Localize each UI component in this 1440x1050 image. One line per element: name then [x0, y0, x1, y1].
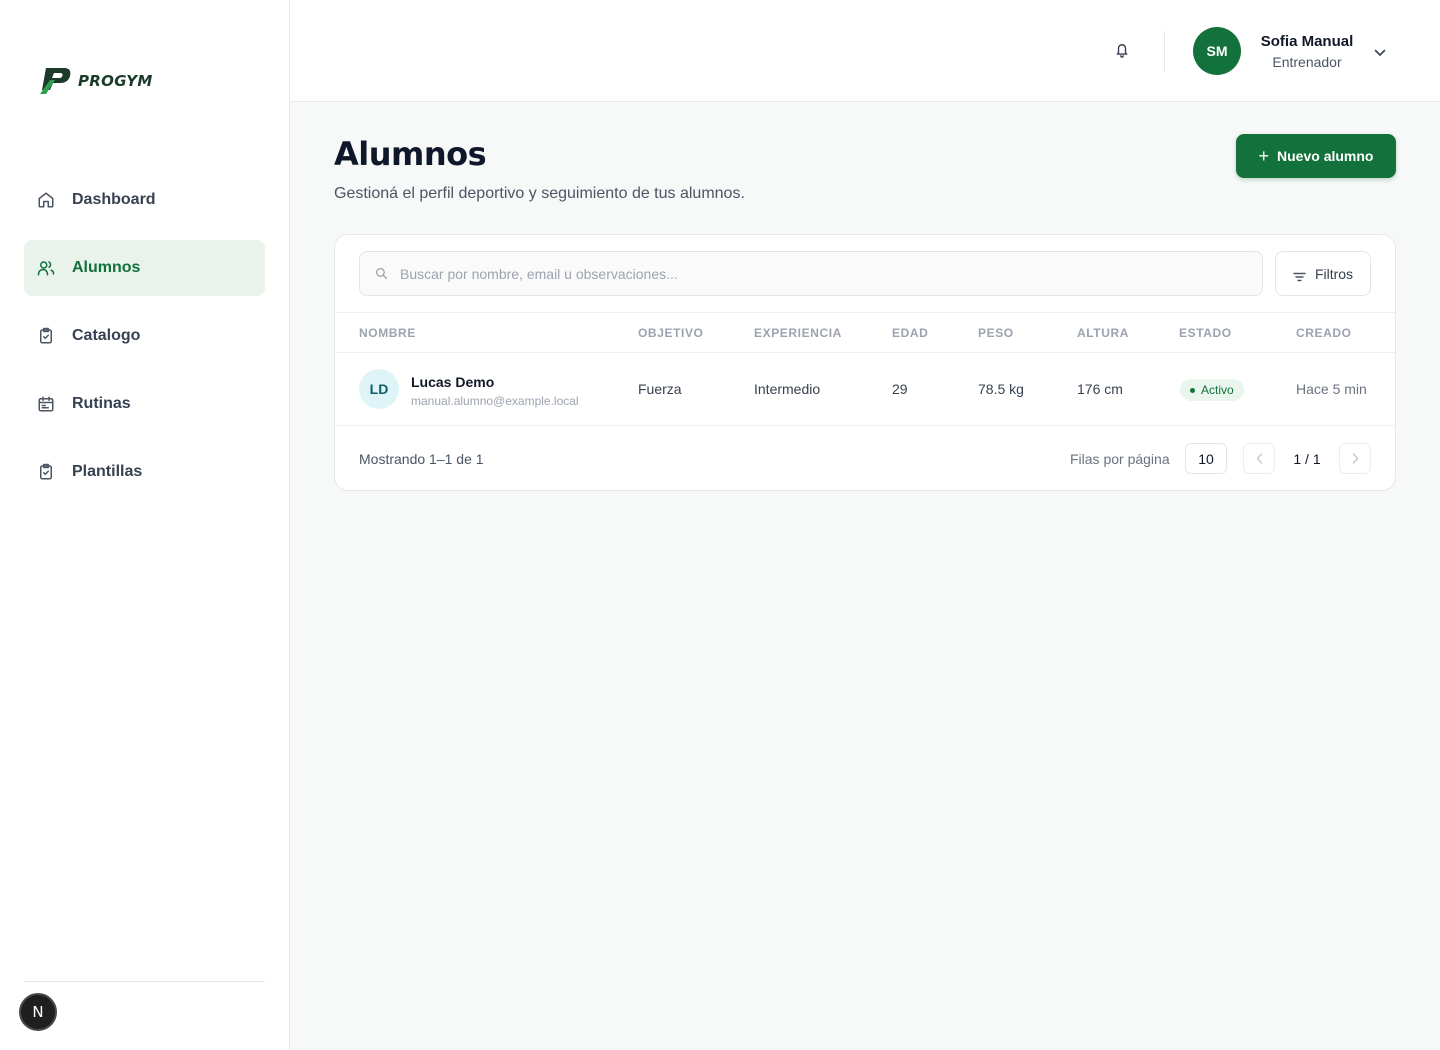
table-row[interactable]: LD Lucas Demo manual.alumno@example.loca… — [335, 353, 1395, 426]
cell-experiencia: Intermedio — [754, 381, 821, 397]
rows-per-page-select[interactable]: 10 — [1185, 443, 1227, 474]
cell-objetivo: Fuerza — [638, 381, 682, 397]
sidebar-item-label: Catalogo — [72, 327, 141, 344]
column-header-estado[interactable]: ESTADO — [1179, 326, 1232, 340]
sidebar-item-label: Rutinas — [72, 395, 131, 412]
column-header-nombre[interactable]: NOMBRE — [359, 326, 416, 340]
chevron-right-icon — [1352, 451, 1359, 467]
column-header-edad[interactable]: EDAD — [892, 326, 928, 340]
student-email: manual.alumno@example.local — [411, 394, 579, 408]
filters-button[interactable]: Filtros — [1275, 251, 1371, 296]
sidebar-item-catalogo[interactable]: Catalogo — [24, 308, 265, 364]
rows-per-page-label: Filas por página — [1070, 451, 1170, 467]
brand-name: PROGYM — [78, 72, 153, 90]
user-name[interactable]: Sofia Manual — [1252, 33, 1362, 50]
page-title: Alumnos — [334, 135, 487, 173]
sidebar-item-label: Plantillas — [72, 463, 143, 480]
dev-tools-badge[interactable]: N — [19, 993, 57, 1031]
home-icon — [37, 191, 55, 209]
page-subtitle: Gestioná el perfil deportivo y seguimien… — [334, 185, 745, 202]
sidebar-item-alumnos[interactable]: Alumnos — [24, 240, 265, 296]
search-icon — [375, 267, 388, 280]
sidebar-divider — [24, 981, 265, 982]
prev-page-button[interactable] — [1243, 443, 1275, 474]
cell-edad: 29 — [892, 381, 908, 397]
new-student-label: Nuevo alumno — [1277, 148, 1374, 164]
status-dot-icon — [1190, 387, 1195, 393]
progym-logo-icon — [40, 68, 71, 94]
topbar: SM Sofia Manual Entrenador — [290, 0, 1440, 102]
chevron-left-icon — [1256, 451, 1263, 467]
student-avatar: LD — [359, 369, 399, 409]
topbar-divider — [1164, 31, 1165, 71]
cell-peso: 78.5 kg — [978, 381, 1024, 397]
student-name[interactable]: Lucas Demo — [411, 374, 494, 390]
brand-logo[interactable]: PROGYM — [38, 66, 153, 96]
cell-altura: 176 cm — [1077, 381, 1123, 397]
calendar-icon — [37, 395, 55, 413]
next-page-button[interactable] — [1339, 443, 1371, 474]
users-icon — [37, 259, 55, 277]
search-input[interactable] — [400, 265, 1250, 282]
status-badge: Activo — [1180, 379, 1244, 401]
column-header-altura[interactable]: ALTURA — [1077, 326, 1129, 340]
bell-icon[interactable] — [1115, 42, 1129, 58]
sidebar-item-plantillas[interactable]: Plantillas — [24, 444, 265, 500]
sidebar: PROGYM Dashboard Alumnos Catalogo Rutina… — [0, 0, 290, 1050]
clipboard-check-icon — [37, 463, 55, 481]
plus-icon: + — [1258, 146, 1270, 166]
page-indicator: 1 / 1 — [1293, 451, 1321, 467]
sidebar-item-label: Dashboard — [72, 191, 156, 208]
column-header-objetivo[interactable]: OBJETIVO — [638, 326, 703, 340]
new-student-button[interactable]: + Nuevo alumno — [1236, 134, 1396, 178]
cell-creado: Hace 5 min — [1296, 381, 1367, 397]
pagination-summary: Mostrando 1–1 de 1 — [359, 451, 484, 467]
students-card: Filtros NOMBRE OBJETIVO EXPERIENCIA EDAD… — [334, 234, 1396, 491]
filters-label: Filtros — [1314, 265, 1354, 282]
filter-icon — [1293, 269, 1306, 281]
column-header-creado[interactable]: CREADO — [1296, 326, 1352, 340]
status-label: Activo — [1201, 383, 1234, 397]
column-header-experiencia[interactable]: EXPERIENCIA — [754, 326, 842, 340]
sidebar-item-rutinas[interactable]: Rutinas — [24, 376, 265, 432]
search-box[interactable] — [359, 251, 1263, 296]
column-header-peso[interactable]: PESO — [978, 326, 1014, 340]
user-avatar[interactable]: SM — [1193, 27, 1241, 75]
table-header: NOMBRE OBJETIVO EXPERIENCIA EDAD PESO AL… — [335, 312, 1395, 353]
sidebar-item-label: Alumnos — [72, 259, 141, 276]
clipboard-check-icon — [37, 327, 55, 345]
sidebar-nav: Dashboard Alumnos Catalogo Rutinas Plant… — [24, 172, 265, 512]
user-role: Entrenador — [1272, 54, 1342, 70]
chevron-down-icon[interactable] — [1374, 45, 1386, 56]
sidebar-item-dashboard[interactable]: Dashboard — [24, 172, 265, 228]
